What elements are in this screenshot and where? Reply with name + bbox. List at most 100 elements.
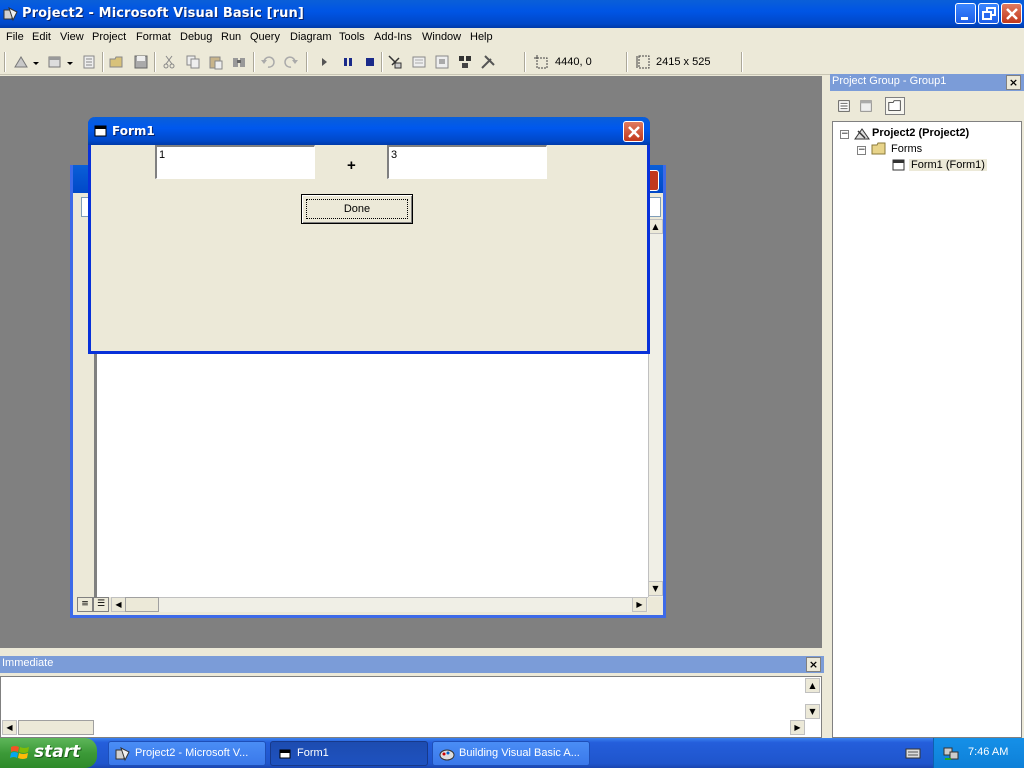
scroll-right-icon[interactable]: ▶	[632, 597, 647, 612]
add-project-icon[interactable]	[12, 53, 30, 71]
menu-project[interactable]: Project	[92, 31, 126, 43]
network-icon[interactable]	[942, 744, 960, 762]
system-tray: 7:46 AM	[933, 738, 1024, 768]
menu-help[interactable]: Help	[470, 31, 493, 43]
tree-item-form1[interactable]: Form1 (Form1)	[909, 159, 987, 171]
form1-close-button[interactable]	[623, 121, 644, 142]
menu-format[interactable]: Format	[136, 31, 171, 43]
restore-icon	[982, 7, 996, 20]
menu-bar: File Edit View Project Format Debug Run …	[0, 28, 1024, 48]
object-browser-icon[interactable]	[456, 53, 474, 71]
form-icon	[279, 749, 291, 759]
menu-editor-icon[interactable]	[80, 53, 98, 71]
minimize-button[interactable]	[955, 3, 976, 24]
taskbar: start Project2 - Microsoft V... Form1 Bu…	[0, 738, 1024, 768]
open-project-icon[interactable]	[108, 53, 126, 71]
code-vertical-scrollbar[interactable]: ▲ ▼	[648, 219, 663, 597]
scroll-down-icon[interactable]: ▼	[648, 581, 663, 596]
start-button[interactable]: start	[0, 738, 97, 768]
cut-icon[interactable]	[160, 53, 178, 71]
menu-query[interactable]: Query	[250, 31, 280, 43]
taskbar-button-form1[interactable]: Form1	[270, 741, 428, 766]
taskbar-button-visual-basic[interactable]: Project2 - Microsoft V...	[108, 741, 266, 766]
project-explorer-icon[interactable]	[386, 53, 404, 71]
redo-icon[interactable]	[282, 53, 300, 71]
workspace-splitter[interactable]	[822, 76, 830, 648]
start-run-icon[interactable]	[315, 53, 333, 71]
taskbar-button-label: Building Visual Basic A...	[459, 747, 580, 759]
find-icon[interactable]	[230, 53, 248, 71]
dropdown-arrow-icon[interactable]	[66, 53, 74, 71]
scroll-up-icon[interactable]: ▲	[648, 219, 663, 234]
immediate-title-bar[interactable]: Immediate	[0, 656, 824, 673]
toggle-folders-icon[interactable]	[885, 97, 905, 115]
scroll-right-icon[interactable]: ▶	[790, 720, 805, 735]
collapse-project-icon[interactable]: −	[840, 130, 849, 139]
menu-view[interactable]: View	[60, 31, 84, 43]
visual-basic-app-icon	[115, 747, 130, 762]
scroll-up-icon[interactable]: ▲	[805, 678, 820, 693]
toolbar-separator	[306, 52, 308, 72]
horizontal-scroll-thumb[interactable]	[125, 597, 159, 612]
stop-icon[interactable]	[361, 53, 379, 71]
copy-icon[interactable]	[184, 53, 202, 71]
scroll-left-icon[interactable]: ◀	[2, 720, 17, 735]
menu-run[interactable]: Run	[221, 31, 241, 43]
project-explorer-title-bar[interactable]: Project Group - Group1	[830, 74, 1024, 91]
procedure-view-icon[interactable]: ≡	[77, 597, 93, 612]
project-explorer-close-icon[interactable]: ×	[1006, 75, 1021, 90]
restore-button[interactable]	[978, 3, 999, 24]
scroll-down-icon[interactable]: ▼	[805, 704, 820, 719]
menu-add-ins[interactable]: Add-Ins	[374, 31, 412, 43]
dropdown-arrow-icon[interactable]	[32, 53, 40, 71]
done-button[interactable]: Done	[301, 194, 413, 224]
close-button[interactable]	[1001, 3, 1022, 24]
break-icon[interactable]	[339, 53, 357, 71]
form-icon	[892, 159, 905, 171]
project-tree[interactable]: − Project2 (Project2) − Forms Form1 (For…	[832, 121, 1022, 738]
size-icon	[636, 55, 650, 69]
toolbox-icon[interactable]	[479, 53, 497, 71]
form-layout-icon[interactable]	[433, 53, 451, 71]
taskbar-button-building-visual-basic[interactable]: Building Visual Basic A...	[432, 741, 590, 766]
menu-tools[interactable]: Tools	[339, 31, 365, 43]
add-form-icon[interactable]	[46, 53, 64, 71]
second-number-textbox[interactable]: 3	[387, 145, 547, 179]
main-title-bar[interactable]: Project2 - Microsoft Visual Basic [run]	[0, 0, 1024, 28]
form1-window[interactable]: Form1 1 + 3 Done	[88, 117, 650, 354]
toolbar-separator	[524, 52, 526, 72]
form1-title-bar[interactable]: Form1	[88, 117, 650, 145]
close-icon	[628, 126, 640, 138]
view-object-icon[interactable]	[856, 97, 876, 115]
keyboard-icon[interactable]	[905, 746, 921, 760]
full-module-view-icon[interactable]: ☰	[93, 597, 109, 612]
undo-icon[interactable]	[259, 53, 277, 71]
save-project-icon[interactable]	[132, 53, 150, 71]
collapse-forms-icon[interactable]: −	[857, 146, 866, 155]
code-horizontal-scrollbar[interactable]: ◀ ▶	[111, 597, 648, 612]
form-icon	[94, 125, 107, 137]
horizontal-scroll-thumb[interactable]	[18, 720, 94, 735]
minimize-icon	[961, 17, 968, 20]
project-explorer-title: Project Group - Group1	[832, 75, 947, 87]
immediate-window: Immediate × ▲ ▼ ◀ ▶	[0, 656, 830, 738]
immediate-title: Immediate	[2, 657, 54, 669]
menu-file[interactable]: File	[6, 31, 24, 43]
menu-window[interactable]: Window	[422, 31, 461, 43]
immediate-close-icon[interactable]: ×	[806, 657, 821, 672]
paste-icon[interactable]	[207, 53, 225, 71]
immediate-input[interactable]	[0, 676, 822, 738]
view-code-icon[interactable]	[834, 97, 854, 115]
menu-debug[interactable]: Debug	[180, 31, 212, 43]
menu-diagram[interactable]: Diagram	[290, 31, 332, 43]
properties-window-icon[interactable]	[410, 53, 428, 71]
project-explorer-panel: Project Group - Group1 × − Project2 (Pro…	[830, 74, 1024, 738]
first-number-textbox[interactable]: 1	[155, 145, 315, 179]
start-label: start	[34, 742, 81, 762]
menu-edit[interactable]: Edit	[32, 31, 51, 43]
scroll-left-icon[interactable]: ◀	[111, 597, 126, 612]
tree-item-project[interactable]: Project2 (Project2)	[872, 127, 969, 139]
tree-item-forms[interactable]: Forms	[891, 143, 922, 155]
taskbar-button-label: Project2 - Microsoft V...	[135, 747, 249, 759]
clock[interactable]: 7:46 AM	[968, 746, 1008, 758]
